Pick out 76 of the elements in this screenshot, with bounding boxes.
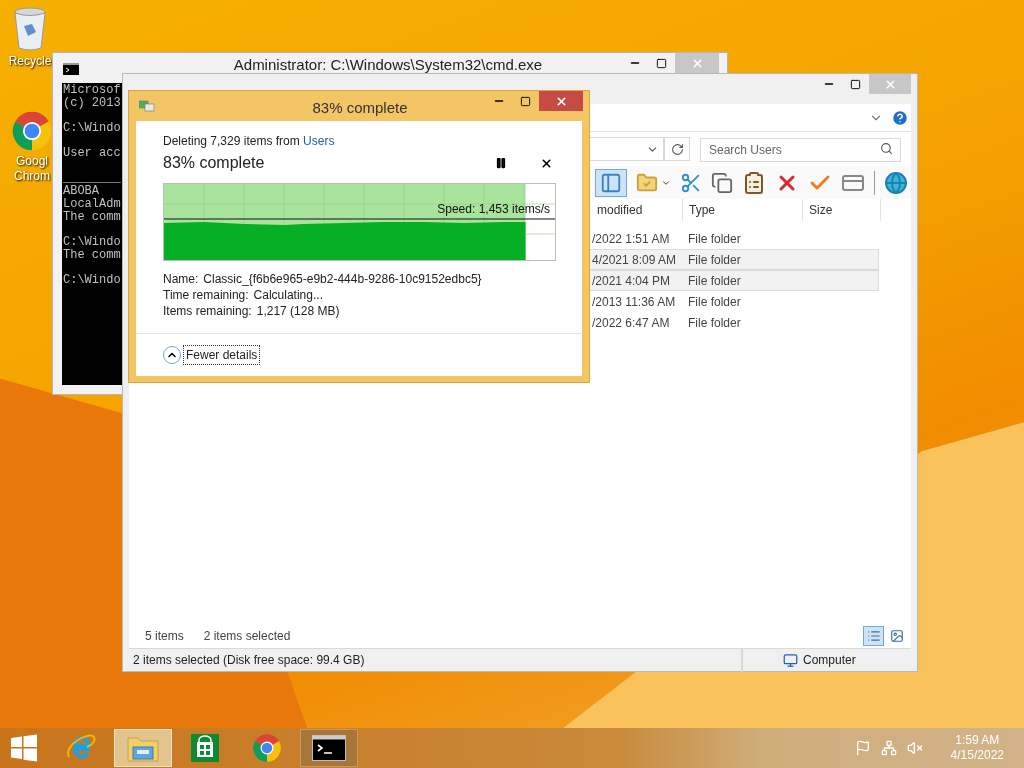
close-icon xyxy=(883,77,897,91)
pause-icon[interactable] xyxy=(495,157,507,169)
speed-label: Speed: 1,453 items/s xyxy=(437,201,550,218)
fewer-details-button[interactable]: Fewer details xyxy=(183,345,261,365)
console-line: The comm xyxy=(63,249,121,262)
search-field[interactable]: Search Users xyxy=(700,138,901,162)
folder-check-icon[interactable] xyxy=(636,171,658,194)
console-rule: ________ xyxy=(63,172,121,185)
table-cell-text: File folder xyxy=(688,272,741,290)
scissors-icon[interactable] xyxy=(680,171,702,194)
table-cell-text: File folder xyxy=(688,314,741,332)
help-icon[interactable] xyxy=(891,108,909,127)
layout-button[interactable] xyxy=(595,168,627,197)
column-header[interactable]: Size xyxy=(803,199,881,221)
table-cell-text: File folder xyxy=(688,293,741,311)
copy-icon[interactable] xyxy=(711,171,733,194)
progress-heading: 83% complete xyxy=(163,153,265,173)
detail-value: Classic_{f6b6e965-e9b2-444b-9286-10c9152edbc5} xyxy=(203,271,482,288)
console-icon xyxy=(312,735,346,761)
clipboard-icon[interactable] xyxy=(742,170,766,195)
detail-label: Items remaining: xyxy=(163,303,252,320)
detail-value: 1,217 (128 MB) xyxy=(256,303,340,320)
console-line: C:\Windo xyxy=(63,236,121,249)
refresh-button[interactable] xyxy=(664,137,690,161)
console-line: LocalAdm xyxy=(63,198,121,211)
table-cell-text: /2022 6:47 AM xyxy=(592,314,671,332)
source-link[interactable]: Users xyxy=(303,134,335,148)
selected-count: 2 items selected xyxy=(203,628,291,645)
taskbar-button[interactable] xyxy=(300,729,358,767)
console-line: Microsof xyxy=(63,84,121,97)
maximize-icon xyxy=(850,78,861,90)
console-line: User acc xyxy=(63,147,121,160)
operation-text: Deleting 7,329 items from Users xyxy=(163,133,336,149)
console-line: C:\Windo xyxy=(63,122,121,135)
globe-icon[interactable] xyxy=(884,170,908,195)
column-header[interactable]: modified xyxy=(591,199,683,221)
chrome-icon[interactable] xyxy=(11,110,53,152)
picture-icon xyxy=(889,629,904,643)
table-cell-text: /2021 4:04 PM xyxy=(592,272,672,290)
column-header[interactable]: Type xyxy=(683,199,803,221)
console-line: (c) 2013 xyxy=(63,97,121,110)
console-icon xyxy=(63,63,79,75)
close-icon xyxy=(690,56,704,70)
list-icon xyxy=(866,629,881,643)
computer-icon xyxy=(783,652,798,668)
table-cell-text: /2022 1:51 AM xyxy=(592,230,671,248)
table-cell-text: /2013 11:36 AM xyxy=(592,293,677,311)
maximize-icon xyxy=(520,95,531,107)
close-icon xyxy=(554,94,568,108)
cancel-icon[interactable] xyxy=(540,156,553,170)
details-view-button[interactable] xyxy=(863,626,884,646)
table-cell-text: 4/2021 8:09 AM xyxy=(592,251,678,269)
console-line: ABOBA xyxy=(63,185,99,198)
search-icon[interactable] xyxy=(880,142,893,155)
table-cell-text: File folder xyxy=(688,251,741,269)
maximize-icon xyxy=(656,57,667,69)
desktop-icon-label: Googl xyxy=(15,154,48,169)
detail-label: Time remaining: xyxy=(163,287,249,304)
detail-value: Calculating... xyxy=(253,287,323,304)
status-text: 2 items selected (Disk free space: 99.4 GB) xyxy=(133,652,365,669)
chrome-icon[interactable] xyxy=(252,733,282,763)
item-count: 5 items xyxy=(145,628,184,645)
recycle-bin-icon[interactable] xyxy=(12,6,48,52)
console-line: The comm xyxy=(63,211,121,224)
store-icon xyxy=(190,733,220,763)
console-line: C:\Windo xyxy=(63,274,121,287)
transfer-icon xyxy=(139,99,155,113)
desktop-icon-label: Chrom xyxy=(14,169,50,184)
dialog-title: 83% complete xyxy=(311,98,409,118)
detail-label: Name: xyxy=(163,271,199,288)
location-text: Computer xyxy=(803,652,856,669)
window-title: Administrator: C:\Windows\System32\cmd.exe xyxy=(232,56,544,73)
start-icon[interactable] xyxy=(10,734,38,762)
desktop-icon-label: Recycle xyxy=(8,54,52,69)
table-cell-text: File folder xyxy=(688,230,741,248)
refresh-icon xyxy=(670,142,684,156)
